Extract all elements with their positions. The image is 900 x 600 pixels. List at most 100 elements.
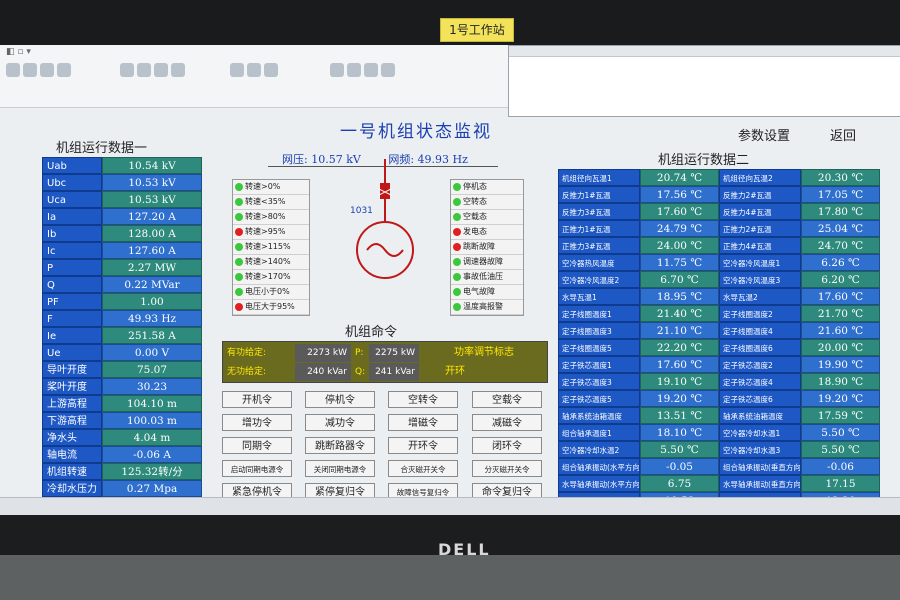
event-log-window[interactable] [508, 45, 900, 117]
toolbar-icon[interactable] [57, 63, 71, 77]
status-indicator: 转速>95% [233, 225, 309, 240]
status-indicator: 停机态 [451, 180, 523, 195]
toolbar-icon[interactable] [264, 63, 278, 77]
power-mode-title: 功率调节标志 [454, 347, 514, 358]
toolbar-icon[interactable] [330, 63, 344, 77]
status-led-icon [453, 258, 461, 266]
event-log-row[interactable] [509, 75, 900, 84]
data-row-name: 组合轴承振动(水平方向) [558, 458, 640, 475]
data-row: 反推力3#瓦温 17.60 ℃ 反推力4#瓦温 17.80 ℃ [558, 203, 880, 220]
command-button[interactable]: 减功令 [305, 414, 375, 431]
command-button[interactable]: 关闭同期电源令 [305, 460, 375, 477]
data-row-name: 定子铁芯温度6 [719, 390, 801, 407]
reactive-power-setpoint[interactable]: 240 kVar [295, 363, 351, 381]
data-row-value: 0.00 V [102, 344, 202, 361]
toolbar-icon[interactable] [40, 63, 54, 77]
toolbar-icon[interactable] [171, 63, 185, 77]
data-row-name: Ue [42, 344, 102, 361]
data-row-name: 正推力4#瓦温 [719, 237, 801, 254]
data-row-name: Ib [42, 225, 102, 242]
data-row-value: 49.93 Hz [102, 310, 202, 327]
command-button[interactable]: 减磁令 [472, 414, 542, 431]
command-button[interactable]: 增功令 [222, 414, 292, 431]
event-log-row[interactable] [509, 57, 900, 66]
data-row-name: 水导瓦温2 [719, 288, 801, 305]
data-row-value: 30.23 [102, 378, 202, 395]
workstation-label: 1号工作站 [440, 18, 514, 42]
back-link[interactable]: 返回 [830, 125, 856, 144]
data-row-value: 19.20 ℃ [801, 390, 880, 407]
status-label: 转速>80% [245, 212, 286, 221]
toolbar-icon[interactable] [364, 63, 378, 77]
generator-diagram: 1031 [350, 159, 414, 279]
toolbar-icon[interactable] [137, 63, 151, 77]
data-row: 机组转速 125.32转/分 [42, 463, 202, 480]
p-value: 2275 kW [369, 344, 419, 362]
data-row-name: 水导轴承振动(水平方向) [558, 475, 640, 492]
data-row-name: 上游高程 [42, 395, 102, 412]
toolbar-icon[interactable] [347, 63, 361, 77]
command-button[interactable]: 跳断路器令 [305, 437, 375, 454]
data-row-name: Ie [42, 327, 102, 344]
data-row-value: 6.75 [640, 475, 719, 492]
data-row-value: 17.60 ℃ [801, 288, 880, 305]
data-row-value: 0.22 MVar [102, 276, 202, 293]
toolbar-icon[interactable] [120, 63, 134, 77]
command-button[interactable]: 合灭磁开关令 [388, 460, 458, 477]
toolbar-icon[interactable] [381, 63, 395, 77]
data-row-value: 125.32转/分 [102, 463, 202, 480]
status-indicator: 发电态 [451, 225, 523, 240]
data-row-value: 5.50 ℃ [801, 441, 880, 458]
data-row-value: 18.95 ℃ [640, 288, 719, 305]
unit-data-table-2: 机组径向瓦温1 20.74 ℃ 机组径向瓦温2 20.30 ℃ 反推力1#瓦温 17.56… [558, 169, 880, 509]
event-log-row[interactable] [509, 66, 900, 75]
status-label: 转速>115% [245, 242, 291, 251]
data-row-name: 定子线圈温度6 [719, 339, 801, 356]
status-label: 转速<35% [245, 197, 286, 206]
command-button[interactable]: 空转令 [388, 391, 458, 408]
data-row-name: 定子线圈温度2 [719, 305, 801, 322]
settings-link[interactable]: 参数设置 [738, 125, 790, 144]
data-row-value: 20.74 ℃ [640, 169, 719, 186]
command-button[interactable]: 停机令 [305, 391, 375, 408]
data-row-name: 水导轴承振动(垂直方向) [719, 475, 801, 492]
data-row-name: Ubc [42, 174, 102, 191]
user-icon[interactable] [6, 63, 20, 77]
command-button[interactable]: 开机令 [222, 391, 292, 408]
data-row: 反推力1#瓦温 17.56 ℃ 反推力2#瓦温 17.05 ℃ [558, 186, 880, 203]
status-label: 空载态 [463, 212, 487, 221]
data-row-name: 正推力1#瓦温 [558, 220, 640, 237]
data-row-name: PF [42, 293, 102, 310]
command-button[interactable]: 闭环令 [472, 437, 542, 454]
toolbar-icon[interactable] [23, 63, 37, 77]
command-button[interactable]: 增磁令 [388, 414, 458, 431]
active-power-setpoint[interactable]: 2273 kW [295, 344, 351, 362]
toolbar-icon[interactable] [230, 63, 244, 77]
status-label: 事故低油压 [463, 272, 503, 281]
data-row-value: 75.07 [102, 361, 202, 378]
command-button[interactable]: 同期令 [222, 437, 292, 454]
data-row-name: 组合轴承温度1 [558, 424, 640, 441]
command-button[interactable]: 开环令 [388, 437, 458, 454]
status-indicator: 空转态 [451, 195, 523, 210]
screen: ◧ ▫ ▾ 一号机组状态监视 参数设置 返回 机组运行数据一 机组运行数据二 网… [0, 45, 900, 515]
status-label: 电气故障 [463, 287, 495, 296]
data-row-value: 1.00 [102, 293, 202, 310]
status-indicator: 事故低油压 [451, 270, 523, 285]
status-led-icon [235, 198, 243, 206]
command-button[interactable]: 分灭磁开关令 [472, 460, 542, 477]
command-button[interactable]: 启动同期电源令 [222, 460, 292, 477]
data-row-name: 定子铁芯温度3 [558, 373, 640, 390]
status-indicator: 转速<35% [233, 195, 309, 210]
power-setpoint-panel: 有功给定: 2273 kW P: 2275 kW 无功给定: 240 kVar … [222, 341, 548, 383]
taskbar [0, 497, 900, 515]
toolbar-icon[interactable] [247, 63, 261, 77]
data-row-value: 20.30 ℃ [801, 169, 880, 186]
toolbar-icon[interactable] [154, 63, 168, 77]
desk-area [0, 555, 900, 600]
data-row-name: 反推力4#瓦温 [719, 203, 801, 220]
event-log-row[interactable] [509, 84, 900, 93]
data-row-name: 轴承系统油箱温度 [719, 407, 801, 424]
data-row-name: 空冷器冷却水温1 [719, 424, 801, 441]
command-button[interactable]: 空载令 [472, 391, 542, 408]
